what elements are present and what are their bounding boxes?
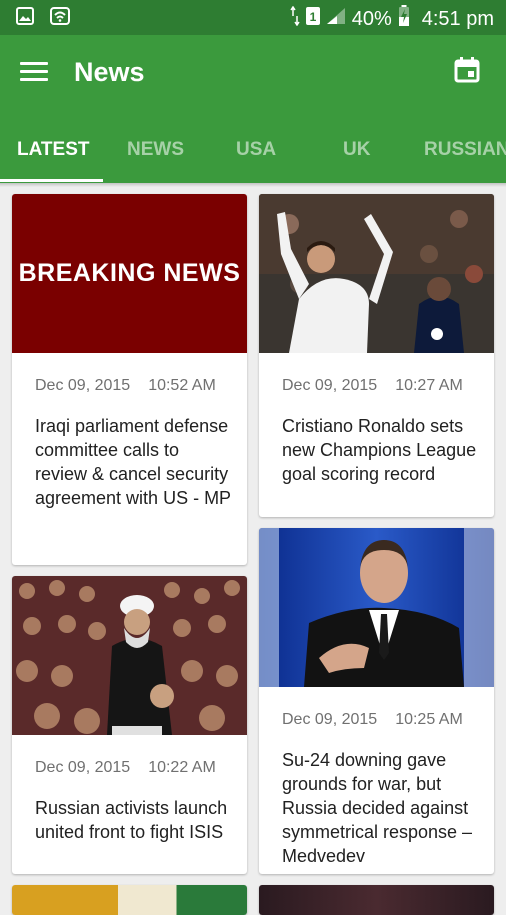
article-time: 10:27 AM — [395, 377, 463, 394]
wifi-status-icon — [50, 7, 70, 30]
article-meta: Dec 09, 2015 10:25 AM — [282, 711, 463, 729]
article-photo — [259, 885, 494, 915]
article-headline: Su-24 downing gave grounds for war, but … — [282, 750, 473, 866]
battery-charging-icon — [398, 5, 410, 33]
tab-latest[interactable]: LATEST — [17, 130, 89, 183]
app-bar-shadow — [0, 183, 506, 187]
article-photo — [259, 528, 494, 687]
article-card[interactable] — [12, 885, 247, 915]
breaking-news-banner: BREAKING NEWS — [12, 194, 247, 353]
article-date: Dec 09, 2015 — [35, 377, 131, 394]
article-card[interactable]: Dec 09, 2015 10:22 AM Russian activists l… — [12, 576, 247, 874]
calendar-icon[interactable] — [454, 57, 480, 83]
article-card[interactable]: Dec 09, 2015 10:27 AM Cristiano Ronaldo s… — [259, 194, 494, 517]
article-card[interactable] — [259, 885, 494, 915]
app-bar: News LATEST NEWS USA UK RUSSIAN — [0, 35, 506, 183]
signal-icon — [326, 7, 346, 31]
article-card[interactable]: BREAKING NEWS Dec 09, 2015 10:52 AM Iraqi… — [12, 194, 247, 565]
tab-indicator — [0, 179, 103, 182]
article-photo — [12, 885, 247, 915]
svg-text:1: 1 — [309, 10, 316, 24]
sim-icon: 1 — [305, 6, 320, 32]
data-transfer-icon — [290, 5, 300, 32]
menu-icon[interactable] — [20, 62, 48, 82]
page-title: News — [74, 57, 145, 87]
article-headline: Cristiano Ronaldo sets new Champions Lea… — [282, 416, 477, 484]
article-time: 10:52 AM — [148, 377, 216, 394]
tab-usa[interactable]: USA — [236, 130, 276, 183]
article-headline: Russian activists launch united front to… — [35, 798, 228, 842]
breaking-news-text: BREAKING NEWS — [18, 259, 241, 287]
article-meta: Dec 09, 2015 10:52 AM — [35, 377, 216, 395]
article-time: 10:25 AM — [395, 711, 463, 728]
article-meta: Dec 09, 2015 10:27 AM — [282, 377, 463, 395]
tab-bar: LATEST NEWS USA UK RUSSIAN — [0, 130, 506, 183]
clock: 4:51 pm — [421, 7, 494, 30]
article-headline: Iraqi parliament defense committee calls… — [35, 416, 232, 508]
article-date: Dec 09, 2015 — [35, 759, 131, 776]
tab-news[interactable]: NEWS — [127, 130, 184, 183]
gallery-icon — [16, 7, 34, 30]
article-meta: Dec 09, 2015 10:22 AM — [35, 759, 216, 777]
battery-percent: 40% — [351, 7, 392, 30]
article-date: Dec 09, 2015 — [282, 377, 378, 394]
tab-russian[interactable]: RUSSIAN — [424, 130, 506, 183]
article-time: 10:22 AM — [148, 759, 216, 776]
article-date: Dec 09, 2015 — [282, 711, 378, 728]
status-bar: 1 40% 4:51 pm — [0, 0, 506, 35]
article-photo — [259, 194, 494, 353]
article-card[interactable]: Dec 09, 2015 10:25 AM Su-24 downing gave … — [259, 528, 494, 874]
article-photo — [12, 576, 247, 735]
tab-uk[interactable]: UK — [343, 130, 370, 183]
